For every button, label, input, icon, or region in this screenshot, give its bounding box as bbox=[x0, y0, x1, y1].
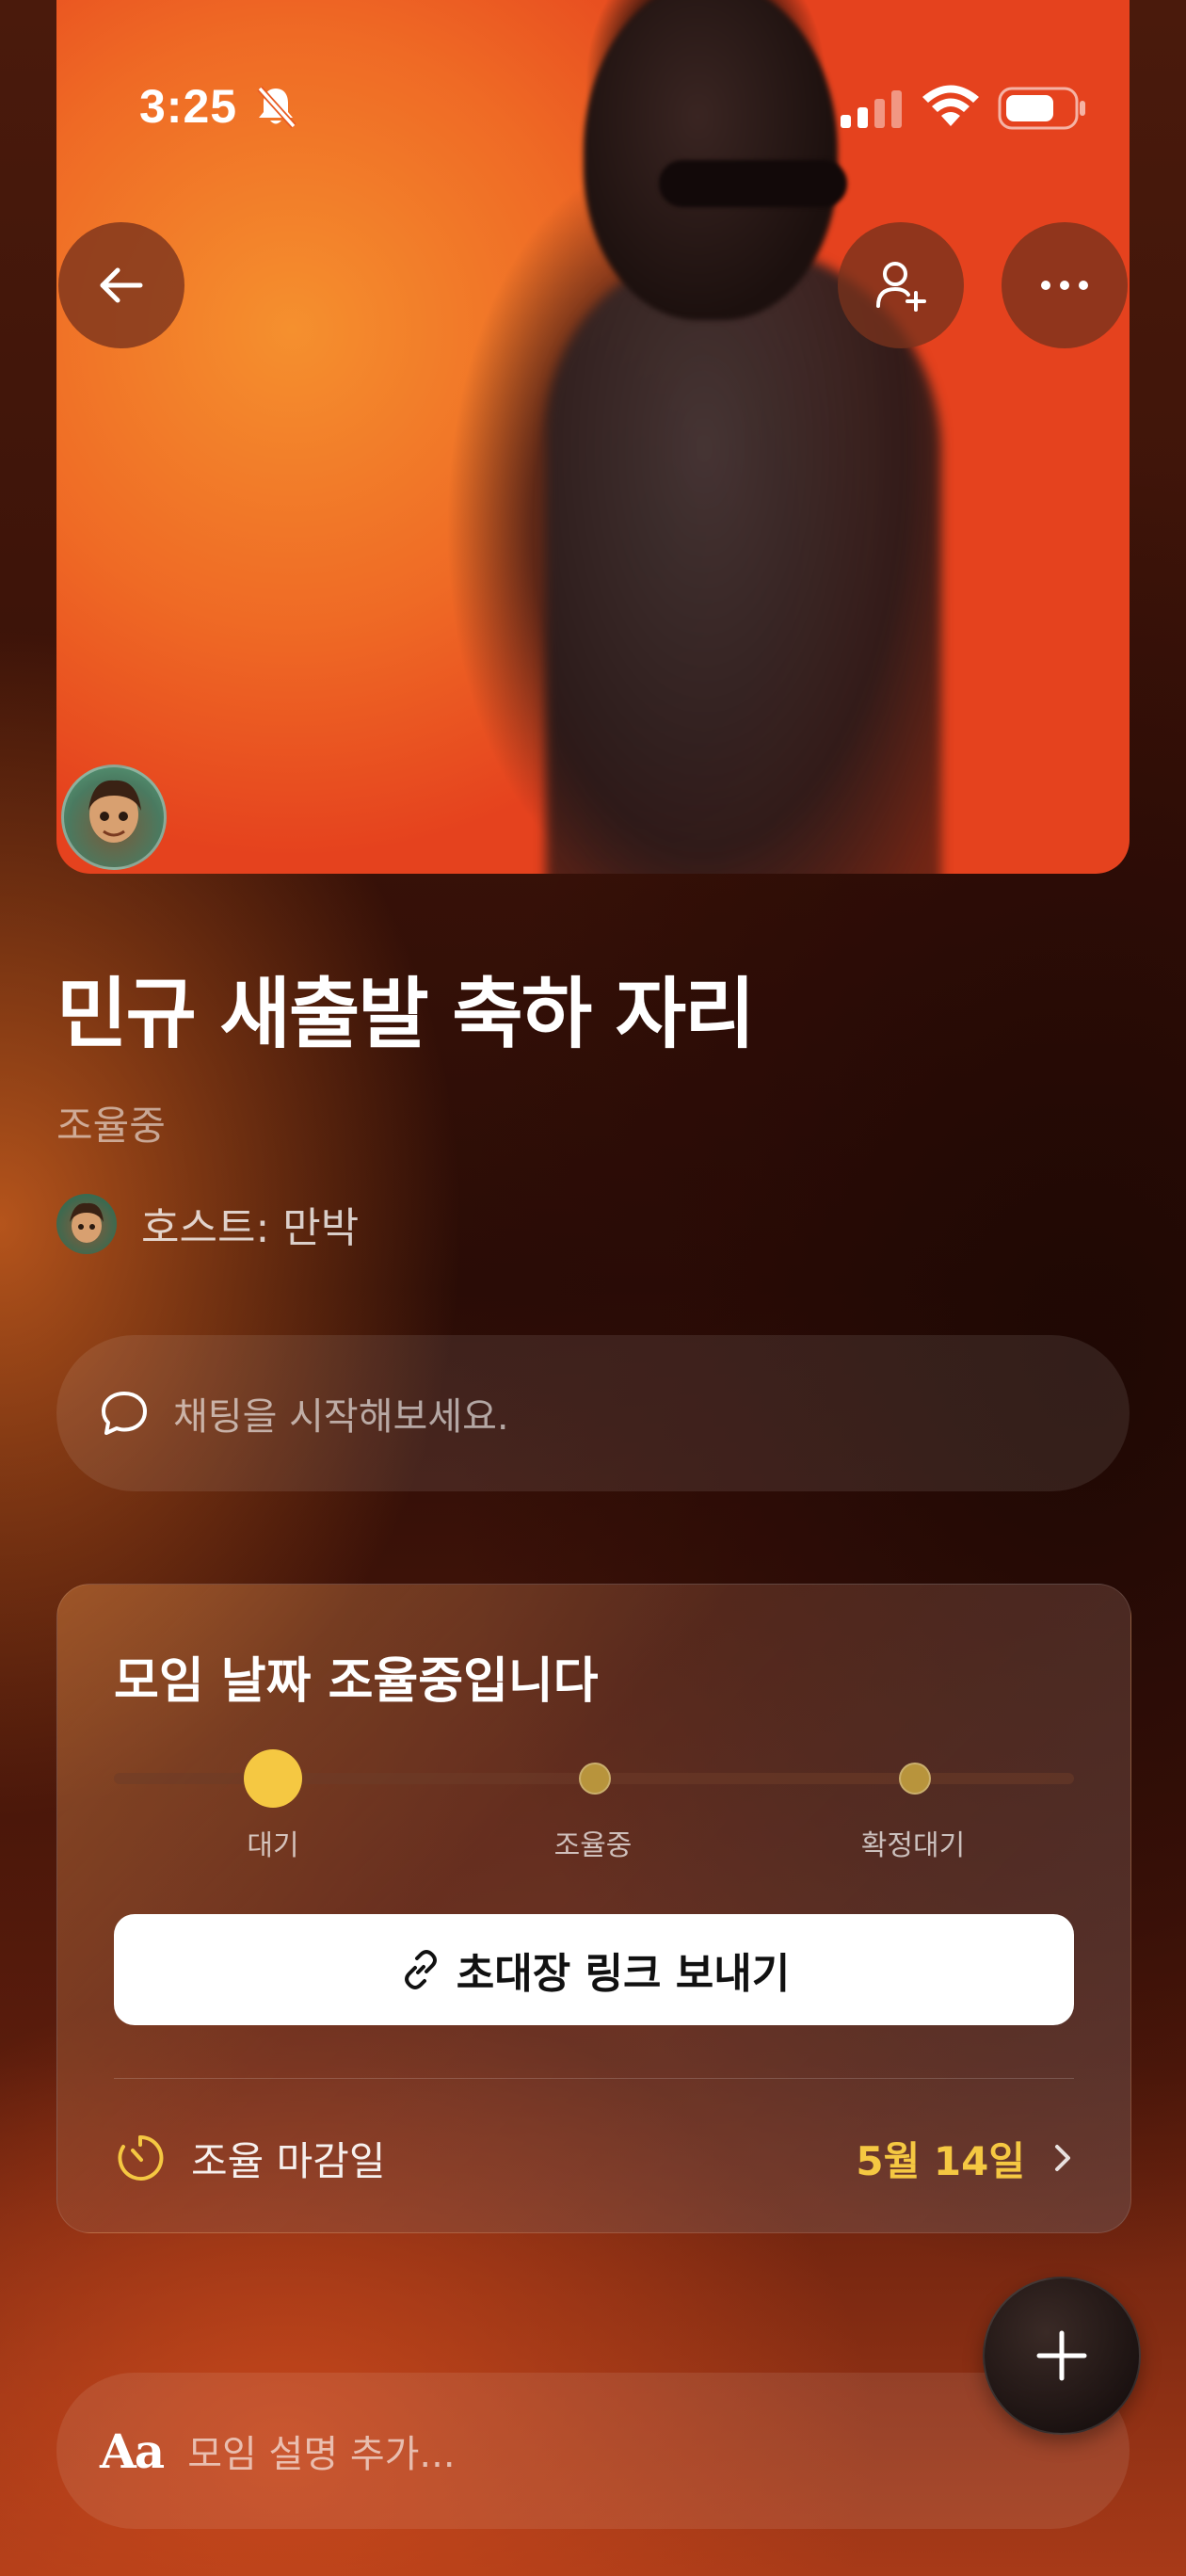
battery-icon bbox=[998, 87, 1088, 134]
event-title: 민규 새출발 축하 자리 bbox=[56, 970, 756, 1059]
schedule-card-title: 모임 날짜 조율중입니다 bbox=[114, 1653, 599, 1710]
event-status: 조율중 bbox=[56, 1103, 166, 1149]
plus-icon bbox=[1036, 2330, 1087, 2381]
host-name: 호스트: 만박 bbox=[141, 1204, 360, 1252]
card-divider bbox=[114, 2078, 1074, 2079]
cellular-signal-icon bbox=[841, 89, 906, 134]
step-label-coordinating: 조율중 bbox=[553, 1829, 633, 1862]
deadline-label: 조율 마감일 bbox=[191, 2137, 386, 2184]
deadline-row[interactable]: 조율 마감일 5월 14일 bbox=[114, 2116, 1074, 2200]
timer-icon bbox=[118, 2134, 164, 2181]
host-avatar[interactable] bbox=[61, 765, 167, 870]
step-dot-waiting bbox=[244, 1749, 302, 1808]
schedule-card: 모임 날짜 조율중입니다 대기 조율중 확정대기 초대장 링크 보내기 조율 마… bbox=[56, 1584, 1131, 2233]
description-placeholder: 모임 설명 추가... bbox=[187, 2433, 456, 2476]
host-info[interactable]: 호스트: 만박 bbox=[56, 1194, 359, 1254]
host-avatar-small bbox=[56, 1194, 117, 1254]
chat-start-field[interactable]: 채팅을 시작해보세요. bbox=[56, 1335, 1130, 1491]
add-member-button[interactable] bbox=[838, 222, 964, 348]
more-button[interactable] bbox=[1002, 222, 1128, 348]
back-arrow-icon bbox=[100, 267, 143, 303]
add-button[interactable] bbox=[983, 2277, 1141, 2435]
chevron-right-icon bbox=[1055, 2145, 1070, 2171]
step-label-pending-confirm: 확정대기 bbox=[860, 1829, 966, 1862]
deadline-date: 5월 14일 bbox=[856, 2137, 1025, 2184]
step-dot-coordinating bbox=[579, 1763, 611, 1795]
description-field[interactable]: Aa 모임 설명 추가... bbox=[56, 2373, 1130, 2529]
bell-muted-icon bbox=[252, 83, 299, 130]
add-person-icon bbox=[876, 262, 926, 312]
send-invite-link-label: 초대장 링크 보내기 bbox=[456, 1950, 791, 1998]
text-format-icon: Aa bbox=[100, 2423, 165, 2479]
wifi-icon bbox=[921, 83, 981, 134]
step-label-waiting: 대기 bbox=[247, 1829, 299, 1862]
step-dot-pending-confirm bbox=[899, 1763, 931, 1795]
send-invite-link-button[interactable]: 초대장 링크 보내기 bbox=[114, 1914, 1074, 2025]
back-button[interactable] bbox=[58, 222, 184, 348]
chat-placeholder: 채팅을 시작해보세요. bbox=[173, 1395, 509, 1439]
more-dots-icon bbox=[1041, 281, 1088, 290]
cover-sunglasses bbox=[659, 160, 847, 207]
chat-bubble-icon bbox=[102, 1392, 147, 1435]
status-time: 3:25 bbox=[139, 80, 238, 133]
link-icon bbox=[404, 1950, 437, 1989]
